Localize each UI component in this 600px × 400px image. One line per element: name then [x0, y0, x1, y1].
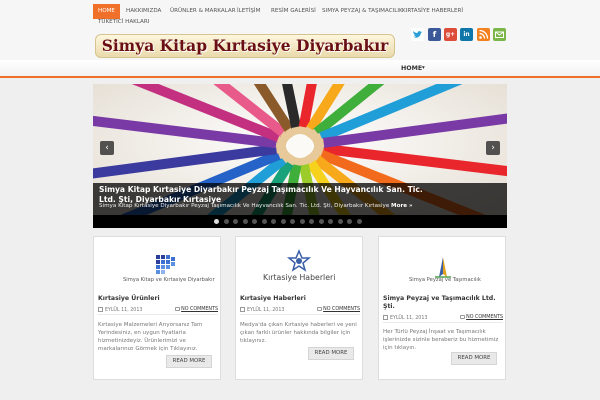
slider-next-button[interactable]: › — [486, 141, 500, 155]
slider-dot[interactable] — [347, 219, 352, 224]
main-menu-bar: HOME ▾ — [0, 60, 600, 78]
card-date-text: EYLÜL 11, 2013 — [390, 316, 428, 321]
rss-icon[interactable] — [477, 28, 490, 41]
card-simya-peyzaj: Simya Peyzaj ve Taşımacılık Simya Peyzaj… — [378, 236, 506, 380]
twitter-icon[interactable] — [411, 28, 424, 41]
card-comments-link[interactable]: NO COMMENTS — [317, 307, 360, 312]
card-brand-text: Kırtasiye Haberleri — [263, 273, 336, 282]
card-date: EYLÜL 11, 2013 — [240, 307, 284, 313]
card-meta: EYLÜL 11, 2013 NO COMMENTS — [98, 305, 218, 315]
card-logo-image — [156, 255, 175, 274]
slider-dot[interactable] — [356, 219, 362, 224]
slider-dot[interactable] — [252, 219, 257, 224]
slider-dot[interactable] — [242, 219, 248, 224]
card-comments-text: NO COMMENTS — [466, 315, 503, 320]
site-logo[interactable]: Simya Kitap Kırtasiye Diyarbakır — [95, 34, 395, 58]
card-excerpt: Her Türlü Peyzaj İnşaat ve Taşımacılık i… — [383, 329, 499, 351]
card-comments-text: NO COMMENTS — [181, 307, 218, 312]
slider-dot[interactable] — [328, 219, 333, 224]
card-comments-link[interactable]: NO COMMENTS — [175, 307, 218, 312]
topnav-resim-galerisi[interactable]: RESİM GALERİSİ — [271, 4, 316, 19]
slider-dot[interactable] — [337, 219, 343, 224]
read-more-button[interactable]: READ MORE — [451, 352, 497, 365]
linkedin-icon[interactable]: in — [460, 28, 473, 41]
site-logo-text: Simya Kitap Kırtasiye Diyarbakır — [101, 36, 389, 55]
top-navigation: HOME HAKKIMIZDA ÜRÜNLER & MARKALAR İLETİ… — [0, 0, 600, 30]
slider-dot[interactable] — [271, 219, 276, 224]
slider-prev-button[interactable]: ‹ — [100, 141, 114, 155]
slider-more-link[interactable]: More » — [391, 203, 413, 209]
featured-slider[interactable]: Simya Kitap Kırtasiye Diyarbakır Peyzaj … — [93, 84, 507, 228]
chevron-down-icon: ▾ — [422, 65, 425, 71]
calendar-icon — [383, 315, 388, 320]
slider-caption-title[interactable]: Simya Kitap Kırtasiye Diyarbakır Peyzaj … — [99, 185, 439, 204]
slider-dot[interactable] — [261, 219, 267, 224]
slider-dot[interactable] — [223, 219, 229, 224]
facebook-icon[interactable]: f — [428, 28, 441, 41]
card-comments-link[interactable]: NO COMMENTS — [460, 315, 503, 320]
card-title[interactable]: Kırtasiye Haberleri — [240, 295, 360, 303]
topnav-iletisim[interactable]: İLETİŞİM — [237, 4, 260, 19]
calendar-icon — [98, 307, 103, 312]
read-more-button[interactable]: READ MORE — [166, 355, 212, 368]
slider-dot[interactable] — [214, 219, 219, 224]
topnav-urunler[interactable]: ÜRÜNLER & MARKALAR — [170, 4, 236, 19]
comment-icon — [317, 307, 323, 311]
slider-caption-text-body: Simya Kitap Kırtasiye Diyarbakır Peyzaj … — [99, 203, 392, 209]
main-menu-home[interactable]: HOME — [401, 65, 422, 72]
topnav-kirtasiye-haberleri[interactable]: KIRTASİYE HABERLERİ — [402, 4, 463, 19]
card-excerpt: Medya'da çıkan Kırtasiye haberleri ve ye… — [240, 322, 357, 344]
google-plus-icon[interactable]: g+ — [444, 28, 457, 41]
card-logo-image — [435, 257, 451, 278]
card-date-text: EYLÜL 11, 2013 — [247, 308, 285, 313]
pencil-wood — [313, 138, 325, 149]
pencil-wood — [291, 126, 303, 136]
email-icon[interactable] — [493, 28, 506, 41]
card-brand-text: Simya Kitap ve Kırtasiye Diyarbakır — [123, 277, 215, 283]
card-date-text: EYLÜL 11, 2013 — [105, 308, 143, 313]
card-meta: EYLÜL 11, 2013 NO COMMENTS — [240, 305, 360, 315]
slider-dot[interactable] — [233, 219, 238, 224]
card-comments-text: NO COMMENTS — [323, 307, 360, 312]
slider-dot[interactable] — [290, 219, 295, 224]
slider-dot[interactable] — [318, 219, 324, 224]
read-more-button[interactable]: READ MORE — [308, 347, 354, 360]
slider-dot[interactable] — [280, 219, 286, 224]
card-title[interactable]: Kırtasiye Ürünleri — [98, 295, 218, 303]
slider-dot[interactable] — [309, 219, 314, 224]
calendar-icon — [240, 307, 245, 312]
card-logo-image — [286, 249, 312, 272]
card-kirtasiye-haberleri: Kırtasiye Haberleri Kırtasiye Haberleri … — [235, 236, 363, 380]
slider-caption-text: Simya Kitap Kırtasiye Diyarbakır Peyzaj … — [99, 203, 413, 209]
card-date: EYLÜL 11, 2013 — [98, 307, 142, 313]
card-title[interactable]: Simya Peyzaj ve Taşımacılık Ltd. Şti. — [383, 295, 503, 311]
card-brand-text: Simya Peyzaj ve Taşımacılık — [409, 277, 481, 283]
card-date: EYLÜL 11, 2013 — [383, 315, 427, 321]
card-kirtasiye-urunleri: Simya Kitap ve Kırtasiye Diyarbakır Kırt… — [93, 236, 221, 380]
pencil-wood — [297, 156, 309, 166]
comment-icon — [460, 315, 466, 319]
comment-icon — [175, 307, 181, 311]
card-excerpt: Kırtasiye Malzemeleri Arıyorsanız Tam Ye… — [98, 322, 203, 352]
topnav-peyzaj[interactable]: SIMYA PEYZAJ & TAŞIMACILIK — [322, 4, 403, 19]
card-meta: EYLÜL 11, 2013 NO COMMENTS — [383, 313, 503, 323]
topnav-tuketici-haklari[interactable]: TÜKETİCİ HAKLARI — [98, 15, 149, 30]
pencil-center — [288, 134, 312, 158]
slider-dot[interactable] — [299, 219, 305, 224]
